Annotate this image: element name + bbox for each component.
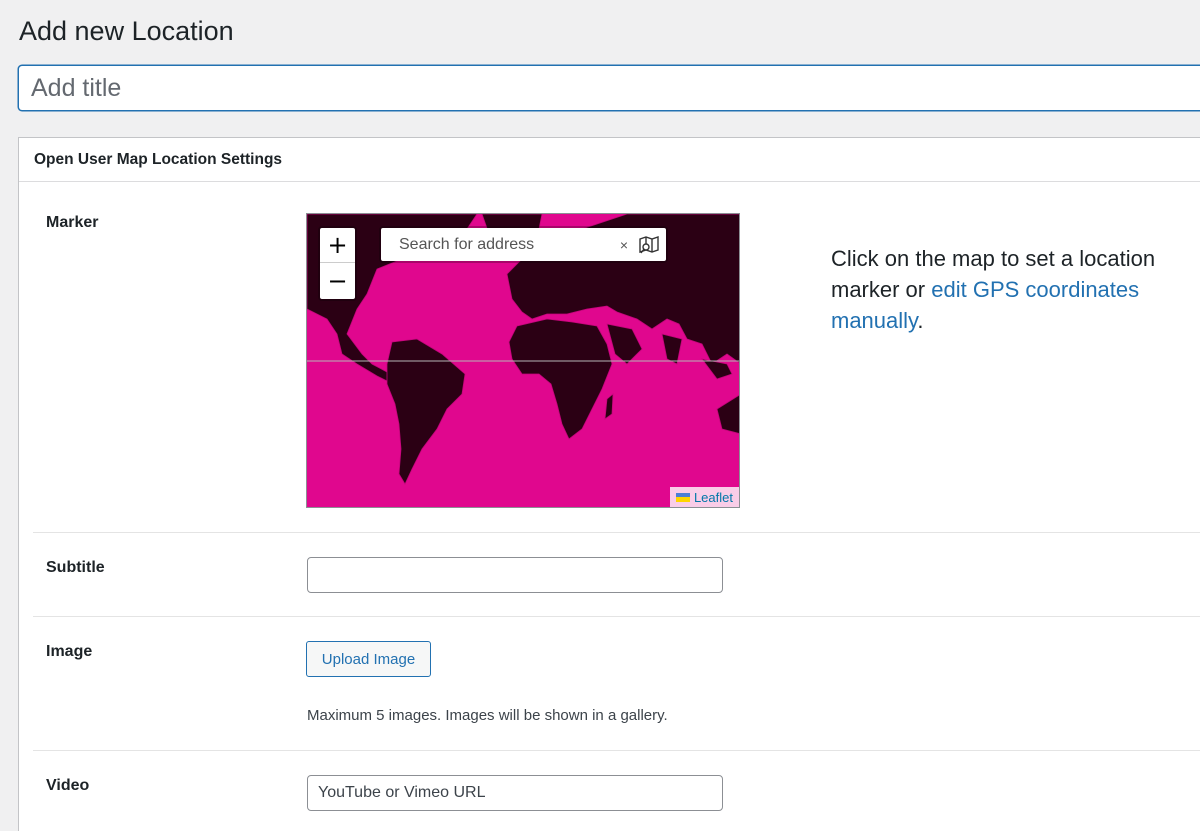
address-search[interactable]: Search for address ×	[379, 226, 668, 263]
leaflet-link[interactable]: Leaflet	[694, 490, 733, 505]
zoom-out-button[interactable]: −	[320, 263, 355, 298]
map-hint: Click on the map to set a location marke…	[831, 243, 1191, 336]
marker-label: Marker	[46, 214, 99, 231]
subtitle-row-divider	[33, 616, 1200, 617]
map-search-icon[interactable]	[638, 235, 660, 255]
ukraine-flag-icon	[675, 492, 690, 502]
location-map[interactable]: + − Search for address × Leaflet	[306, 213, 740, 508]
title-input[interactable]	[18, 65, 1200, 111]
image-label: Image	[46, 643, 93, 660]
video-url-input[interactable]	[307, 775, 723, 811]
page-title: Add new Location	[19, 16, 234, 46]
subtitle-label: Subtitle	[46, 559, 105, 576]
address-search-input[interactable]: Search for address	[399, 236, 620, 254]
clear-icon[interactable]: ×	[620, 237, 628, 253]
image-help-text: Maximum 5 images. Images will be shown i…	[307, 707, 668, 724]
map-attribution: Leaflet	[669, 487, 739, 507]
image-row-divider	[33, 750, 1200, 751]
zoom-in-button[interactable]: +	[320, 228, 355, 263]
upload-image-button[interactable]: Upload Image	[306, 641, 431, 677]
metabox-title: Open User Map Location Settings	[34, 150, 283, 168]
subtitle-input[interactable]	[307, 557, 723, 593]
marker-row	[33, 532, 1200, 533]
metabox-header: Open User Map Location Settings	[19, 138, 1200, 182]
zoom-control: + −	[318, 226, 357, 301]
video-label: Video	[46, 777, 90, 794]
map-hint-end: .	[917, 308, 924, 333]
